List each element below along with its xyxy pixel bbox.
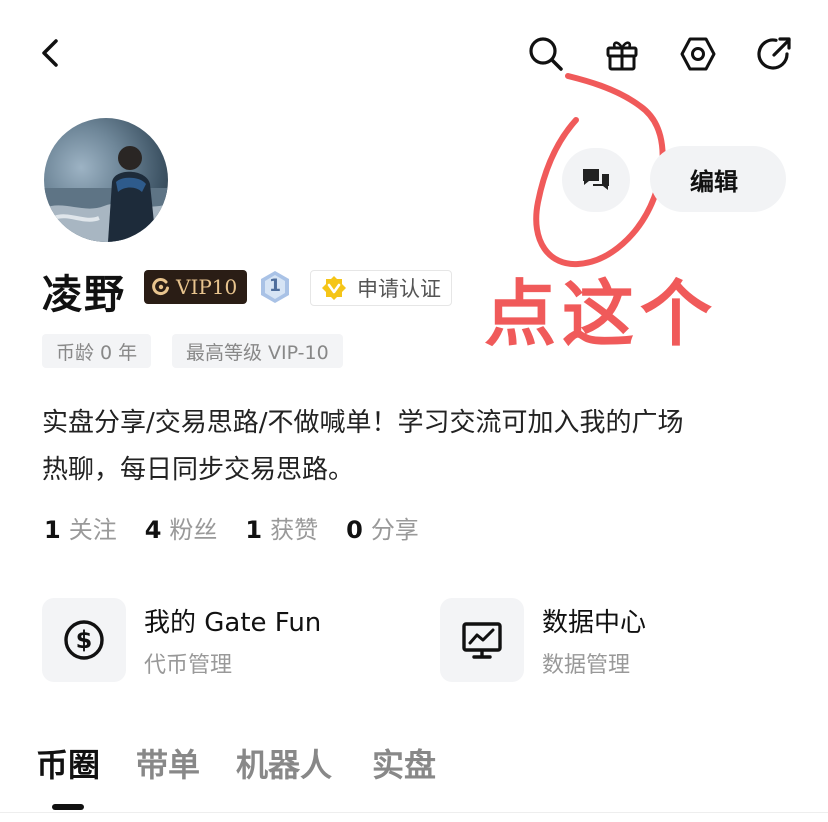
chart-monitor-icon — [462, 622, 502, 659]
bio-line: 实盘分享/交易思路/不做喊单！学习交流可加入我的广场 — [42, 408, 684, 438]
profile-bio: 实盘分享/交易思路/不做喊单！学习交流可加入我的广场 热聊，每日同步交易思路。 — [42, 400, 802, 494]
feature-icon-box: $ — [42, 598, 126, 682]
active-tab-indicator — [52, 804, 84, 810]
feature-subtitle: 代币管理 — [144, 652, 233, 678]
gift-icon — [606, 41, 638, 71]
search-icon — [529, 37, 563, 71]
svg-text:$: $ — [76, 626, 93, 654]
tab-coin-circle[interactable]: 币圈 — [36, 740, 100, 786]
stat-following[interactable]: 1 关注 — [44, 510, 117, 545]
feature-title: 数据中心 — [542, 607, 647, 638]
vip-label: VIP10 — [176, 275, 238, 299]
gift-button[interactable] — [602, 34, 642, 74]
settings-button[interactable] — [678, 34, 718, 74]
stats-row: 1 关注 4 粉丝 1 获赞 0 分享 — [44, 510, 419, 545]
feature-data-center[interactable]: 数据中心 数据管理 — [440, 598, 646, 682]
cert-label: 申请认证 — [357, 277, 441, 301]
highest-level-tag: 最高等级 VIP-10 — [172, 334, 343, 368]
tab-live-trading[interactable]: 实盘 — [372, 740, 436, 786]
coin-age-tag: 币龄 0 年 — [42, 334, 152, 368]
bio-line: 热聊，每日同步交易思路。 — [42, 455, 355, 485]
vip-badge: VIP10 — [144, 270, 248, 304]
tab-copy-trading[interactable]: 带单 — [136, 740, 200, 786]
tab-divider — [0, 812, 828, 813]
profile-name: 凌野 — [42, 272, 126, 318]
dollar-coin-icon: $ — [64, 620, 104, 660]
search-button[interactable] — [526, 34, 566, 74]
vip-ring-icon — [152, 278, 169, 295]
chevron-left-icon — [42, 39, 58, 67]
edit-profile-button[interactable]: 编辑 — [650, 146, 786, 212]
verified-icon — [322, 276, 346, 300]
level-badge: 1 — [260, 270, 290, 304]
settings-icon — [680, 37, 716, 71]
avatar[interactable] — [44, 118, 168, 242]
stat-shares[interactable]: 0 分享 — [346, 510, 419, 545]
feature-gate-fun[interactable]: $ 我的 Gate Fun 代币管理 — [42, 598, 321, 682]
message-button[interactable] — [562, 148, 630, 212]
stat-followers[interactable]: 4 粉丝 — [145, 510, 218, 545]
feature-subtitle: 数据管理 — [542, 652, 631, 678]
level-value: 1 — [269, 276, 281, 296]
feature-icon-box — [440, 598, 524, 682]
share-button[interactable] — [754, 34, 794, 74]
stat-likes[interactable]: 1 获赞 — [245, 510, 318, 545]
apply-certification-button[interactable]: 申请认证 — [310, 270, 452, 306]
annotation-text: 点这个 — [484, 272, 719, 356]
chat-icon — [583, 169, 609, 190]
back-button[interactable] — [36, 36, 68, 70]
tab-bots[interactable]: 机器人 — [236, 740, 332, 786]
share-icon — [757, 37, 791, 70]
feature-title: 我的 Gate Fun — [144, 607, 322, 638]
